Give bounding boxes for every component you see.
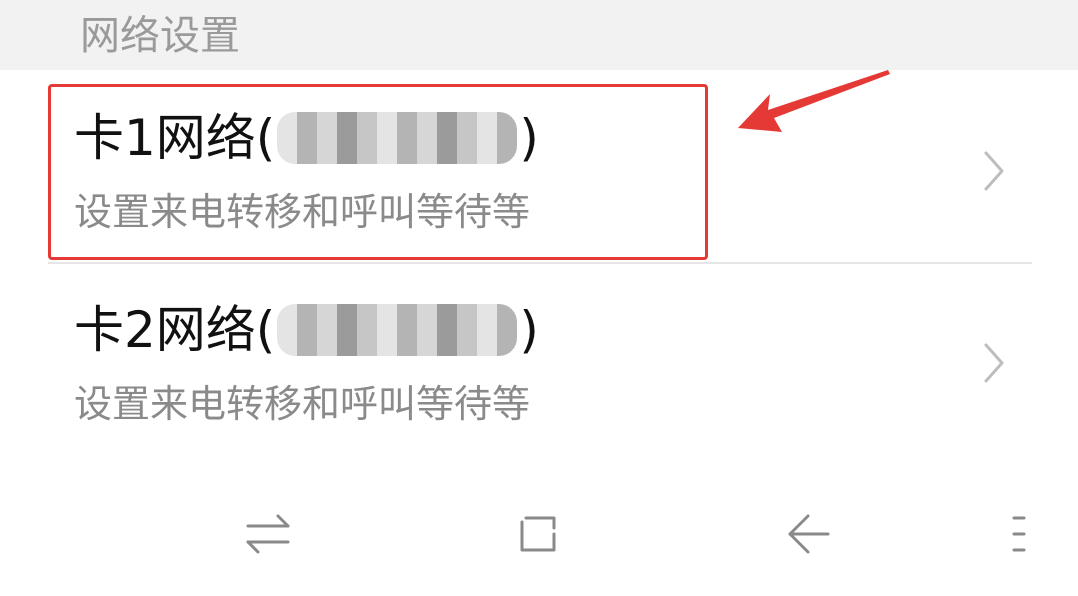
sim2-network-item[interactable]: 卡2网络( ) 设置来电转移和呼叫等待等 <box>0 268 1078 458</box>
section-title: 网络设置 <box>80 13 240 59</box>
navigation-bar <box>0 484 1078 584</box>
sim2-network-subtitle: 设置来电转移和呼叫等待等 <box>74 382 531 426</box>
sim2-network-title-suffix: ) <box>519 301 539 359</box>
back-arrow-icon[interactable] <box>778 504 838 564</box>
chevron-right-icon <box>984 151 1004 191</box>
sim2-network-title: 卡2网络( ) <box>74 298 539 362</box>
section-header: 网络设置 <box>0 0 1078 70</box>
sim2-network-title-prefix: 卡2网络( <box>74 301 276 359</box>
network-settings-screen: 网络设置 卡1网络( ) 设置来电转移和呼叫等待等 卡2网络( ) 设置来电转移… <box>0 0 1078 596</box>
chevron-right-icon <box>984 343 1004 383</box>
switch-arrows-icon[interactable] <box>238 504 298 564</box>
annotation-arrow-icon <box>738 70 890 132</box>
highlight-box-annotation <box>48 84 708 260</box>
divider <box>48 262 1032 264</box>
redacted-carrier-name <box>277 304 518 356</box>
square-home-icon[interactable] <box>508 504 568 564</box>
menu-dots-icon[interactable] <box>1000 504 1040 564</box>
